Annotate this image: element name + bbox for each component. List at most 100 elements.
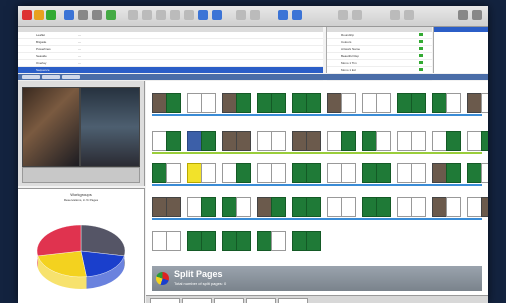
save-icon[interactable] <box>92 10 102 20</box>
bottom-tab-2[interactable] <box>182 298 212 303</box>
page-thumbnail[interactable] <box>432 197 447 217</box>
page-thumbnail[interactable] <box>362 131 377 151</box>
page-thumbnail[interactable] <box>152 131 167 151</box>
page-thumbnail[interactable] <box>152 197 167 217</box>
page-thumbnail[interactable] <box>166 197 181 217</box>
page-thumbnail[interactable] <box>446 197 461 217</box>
page-thumbnail[interactable] <box>222 131 237 151</box>
page-thumbnail[interactable] <box>467 93 482 113</box>
open-icon[interactable] <box>78 10 88 20</box>
table-row-selected[interactable]: Sequence <box>18 67 323 74</box>
table-row[interactable]: Brigade — <box>18 39 323 46</box>
page-thumbnail[interactable] <box>362 93 377 113</box>
refresh-icon[interactable] <box>106 10 116 20</box>
page-thumbnail[interactable] <box>432 163 447 183</box>
page-thumbnail[interactable] <box>201 131 216 151</box>
page-thumbnail[interactable] <box>236 163 251 183</box>
page-thumbnail[interactable] <box>327 163 342 183</box>
page-thumbnail[interactable] <box>236 231 251 251</box>
page-thumbnail[interactable] <box>222 93 237 113</box>
page-thumbnail[interactable] <box>236 197 251 217</box>
page-thumbnail[interactable] <box>257 93 272 113</box>
page-thumbnail[interactable] <box>341 93 356 113</box>
page-thumbnail[interactable] <box>271 231 286 251</box>
select-icon[interactable] <box>278 10 288 20</box>
page-thumbnail[interactable] <box>166 163 181 183</box>
bottom-tab-3[interactable] <box>214 298 244 303</box>
page-thumbnail[interactable] <box>306 93 321 113</box>
page-thumbnail[interactable] <box>362 197 377 217</box>
page-thumbnail[interactable] <box>201 163 216 183</box>
tool-icon[interactable] <box>170 10 180 20</box>
page-thumbnail[interactable] <box>236 93 251 113</box>
page-thumbnail[interactable] <box>446 93 461 113</box>
page-thumbnail[interactable] <box>292 197 307 217</box>
page-thumbnail[interactable] <box>152 231 167 251</box>
page-thumbnail[interactable] <box>187 197 202 217</box>
page-thumbnail[interactable] <box>376 163 391 183</box>
page-thumbnail[interactable] <box>271 197 286 217</box>
page-thumbnail[interactable] <box>327 93 342 113</box>
table-row[interactable]: Powerlines — <box>18 46 323 53</box>
page-thumbnail[interactable] <box>166 131 181 151</box>
page-thumbnail[interactable] <box>341 197 356 217</box>
page-thumbnail[interactable] <box>432 93 447 113</box>
side-row[interactable]: Roundtrip <box>327 32 432 39</box>
page-thumbnail[interactable] <box>222 231 237 251</box>
page-thumbnail[interactable] <box>397 131 412 151</box>
page-thumbnail[interactable] <box>257 163 272 183</box>
page-thumbnail[interactable] <box>222 197 237 217</box>
page-thumbnail[interactable] <box>411 93 426 113</box>
page-thumbnail[interactable] <box>306 131 321 151</box>
page-thumbnail[interactable] <box>187 131 202 151</box>
select-icon[interactable] <box>292 10 302 20</box>
tab-layout[interactable] <box>42 75 60 79</box>
page-thumbnail[interactable] <box>187 163 202 183</box>
page-thumbnail[interactable] <box>467 131 482 151</box>
page-thumbnail[interactable] <box>306 197 321 217</box>
page-thumbnail[interactable] <box>271 93 286 113</box>
minimize-icon[interactable] <box>34 10 44 20</box>
page-thumbnail[interactable] <box>152 163 167 183</box>
tool-icon[interactable] <box>156 10 166 20</box>
tool-icon[interactable] <box>390 10 400 20</box>
side-row[interactable]: Mono 1 Ed <box>327 67 432 74</box>
tool-icon[interactable] <box>352 10 362 20</box>
page-thumbnail[interactable] <box>411 131 426 151</box>
page-thumbnail[interactable] <box>481 131 488 151</box>
page-thumbnail[interactable] <box>292 131 307 151</box>
tab-info[interactable] <box>62 75 80 79</box>
tool-icon[interactable] <box>128 10 138 20</box>
tool-icon[interactable] <box>404 10 414 20</box>
page-thumbnail[interactable] <box>201 93 216 113</box>
page-thumbnail[interactable] <box>376 197 391 217</box>
page-thumbnail[interactable] <box>292 231 307 251</box>
page-thumbnail[interactable] <box>257 131 272 151</box>
side-row[interactable]: Mono 1 Tim <box>327 60 432 67</box>
page-thumbnail[interactable] <box>446 163 461 183</box>
page-thumbnail[interactable] <box>327 131 342 151</box>
page-thumbnail[interactable] <box>467 197 482 217</box>
page-thumbnail[interactable] <box>481 197 488 217</box>
page-thumbnail[interactable] <box>152 93 167 113</box>
page-thumbnail[interactable] <box>306 163 321 183</box>
view-icon[interactable] <box>198 10 208 20</box>
tool-icon[interactable] <box>184 10 194 20</box>
table-row[interactable]: Leaflet — <box>18 32 323 39</box>
page-thumbnail[interactable] <box>411 197 426 217</box>
page-thumbnail[interactable] <box>187 231 202 251</box>
tool-icon[interactable] <box>250 10 260 20</box>
bottom-tab-1[interactable] <box>150 298 180 303</box>
page-thumbnail[interactable] <box>481 163 488 183</box>
page-thumbnail[interactable] <box>292 93 307 113</box>
page-thumbnail[interactable] <box>236 131 251 151</box>
page-thumbnail[interactable] <box>397 93 412 113</box>
table-row[interactable]: Seaside — <box>18 53 323 60</box>
page-thumbnail[interactable] <box>222 163 237 183</box>
page-thumbnail[interactable] <box>292 163 307 183</box>
settings-icon[interactable] <box>458 10 468 20</box>
page-thumbnail[interactable] <box>166 93 181 113</box>
page-thumbnail[interactable] <box>467 163 482 183</box>
page-thumbnail[interactable] <box>271 131 286 151</box>
tool-icon[interactable] <box>236 10 246 20</box>
